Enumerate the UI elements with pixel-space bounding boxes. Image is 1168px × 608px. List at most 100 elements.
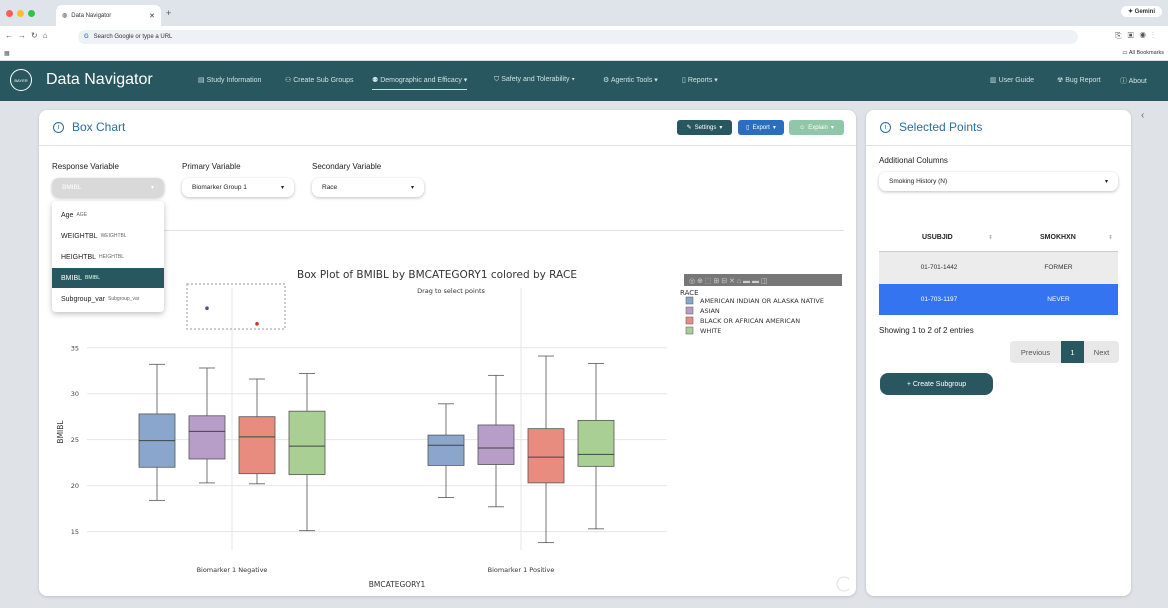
legend-swatch xyxy=(685,326,694,335)
file-export-icon: ▯ xyxy=(746,125,750,131)
export-button[interactable]: ▯ Export ▾ xyxy=(738,120,784,135)
y-tick-label: 20 xyxy=(71,482,79,490)
tab-title: Data Navigator xyxy=(71,12,112,19)
response-variable-select[interactable]: BMIBL ▾ xyxy=(52,178,164,197)
clipboard-icon: ▤ xyxy=(198,77,205,84)
info-icon: ⓘ xyxy=(1120,78,1127,85)
browser-tab-bar: ◍ Data Navigator ✕ + ✦ Gemini xyxy=(0,0,1168,26)
box-3-0 xyxy=(288,410,326,476)
info-icon[interactable]: i xyxy=(53,121,64,133)
create-subgroup-button[interactable]: + Create Subgroup xyxy=(880,373,993,395)
box-2-0 xyxy=(238,416,276,475)
maximize-window-icon[interactable] xyxy=(28,10,35,17)
browser-toolbar: ←→↻⌂ G Search Google or type a URL ⎘▣◉⋮ xyxy=(0,26,1168,47)
primary-variable-select[interactable]: Biomarker Group 1 ▾ xyxy=(182,178,294,197)
previous-page-button[interactable]: Previous xyxy=(1010,341,1061,363)
robot-icon: ☺ xyxy=(799,124,806,131)
additional-columns-select[interactable]: Smoking History (N) ▾ xyxy=(879,172,1118,191)
shield-icon: ⛉ xyxy=(494,76,500,83)
minimize-window-icon[interactable] xyxy=(17,10,24,17)
controls-divider xyxy=(52,230,844,231)
all-bookmarks-button[interactable]: ▭ All Bookmarks xyxy=(1122,50,1164,56)
nav-bug-report[interactable]: ☢ Bug Report xyxy=(1057,76,1101,84)
chart-subtitle: Drag to select points xyxy=(417,287,485,295)
apps-grid-icon[interactable]: ▦ xyxy=(4,50,10,57)
browser-tab[interactable]: ◍ Data Navigator ✕ xyxy=(56,5,161,26)
legend-entry: BLACK OR AFRICAN AMERICAN xyxy=(700,317,800,325)
nav-demographic-efficacy[interactable]: ⚉ Demographic and Efficacy ▾ xyxy=(372,76,468,90)
y-tick-label: 30 xyxy=(71,390,79,398)
app-name: Data Navigator xyxy=(46,71,153,88)
legend-entry: ASIAN xyxy=(700,307,720,315)
close-window-icon[interactable] xyxy=(6,10,13,17)
bayer-logo: BAYER xyxy=(10,69,32,91)
option-weightbl[interactable]: WEIGHTBL WEIGHTBL xyxy=(52,226,164,246)
additional-columns-label: Additional Columns xyxy=(879,156,948,165)
selected-points-title: i Selected Points xyxy=(880,120,982,134)
book-icon: ▥ xyxy=(990,77,997,84)
caret-down-icon: ▾ xyxy=(150,185,154,191)
sort-icon[interactable]: ⬍ xyxy=(988,234,993,241)
x-axis-label: BMCATEGORY1 xyxy=(369,580,426,589)
table-info: Showing 1 to 2 of 2 entries xyxy=(879,326,974,335)
omnibox[interactable]: G Search Google or type a URL xyxy=(78,30,1078,44)
table-cell: NEVER xyxy=(1047,296,1070,303)
wrench-icon: ✎ xyxy=(686,125,692,131)
option-bmibl[interactable]: BMIBL BMIBL xyxy=(52,268,164,288)
response-variable-dropdown: Age AGE WEIGHTBL WEIGHTBL HEIGHTBL HEIGHTBL… xyxy=(52,201,164,312)
caret-down-icon: ▾ xyxy=(410,185,414,191)
nav-user-guide[interactable]: ▥ User Guide xyxy=(990,76,1034,84)
nav-reports[interactable]: ▯ Reports ▾ xyxy=(682,76,718,84)
globe-icon: ◍ xyxy=(62,13,68,19)
caret-down-icon: ▾ xyxy=(280,185,284,191)
secondary-variable-label: Secondary Variable xyxy=(312,162,382,171)
legend-swatch xyxy=(685,306,694,315)
users-icon: ⚇ xyxy=(285,77,292,84)
settings-button[interactable]: ✎ Settings ▾ xyxy=(677,120,732,135)
page-1-button[interactable]: 1 xyxy=(1061,341,1084,363)
legend-entry: AMERICAN INDIAN OR ALASKA NATIVE xyxy=(700,297,824,305)
nav-study-information[interactable]: ▤ Study Information xyxy=(198,76,261,84)
google-icon: G xyxy=(84,34,89,40)
people-icon: ⚉ xyxy=(372,77,379,84)
card-header-divider xyxy=(866,145,1131,146)
nav-safety-tolerability[interactable]: ⛉ Safety and Tolerability ▾ xyxy=(494,76,575,84)
option-subgroup-var[interactable]: Subgroup_var Subgroup_var xyxy=(52,289,164,309)
browser-extension-icons[interactable]: ⎘▣◉⋮ xyxy=(1115,31,1160,41)
nav-about[interactable]: ⓘ About xyxy=(1120,76,1147,86)
sort-icon[interactable]: ⬍ xyxy=(1108,234,1113,241)
option-age[interactable]: Age AGE xyxy=(52,205,164,225)
explain-button[interactable]: ☺ Explain ▾ xyxy=(789,120,844,135)
close-tab-icon[interactable]: ✕ xyxy=(149,12,155,20)
box-1-1 xyxy=(477,424,515,465)
table-cell: FORMER xyxy=(1044,264,1073,271)
box-chart-title: i Box Chart xyxy=(53,120,125,134)
secondary-variable-select[interactable]: Race ▾ xyxy=(312,178,424,197)
table-cell: 01-701-1442 xyxy=(920,264,958,271)
app-navbar: BAYER Data Navigator ▤ Study Information… xyxy=(0,61,1168,101)
column-header-usubjid[interactable]: USUBJID xyxy=(922,234,953,241)
legend-title: RACE xyxy=(680,289,699,297)
bug-icon: ☢ xyxy=(1057,77,1064,84)
x-tick-label: Biomarker 1 Negative xyxy=(197,566,268,574)
box-3-1 xyxy=(577,419,615,467)
folder-icon: ▭ xyxy=(1122,50,1128,56)
bookmarks-bar: ▦ ▭ All Bookmarks xyxy=(0,47,1168,61)
option-heightbl[interactable]: HEIGHTBL HEIGHTBL xyxy=(52,247,164,267)
browser-nav-icons[interactable]: ←→↻⌂ xyxy=(5,31,53,40)
nav-create-sub-groups[interactable]: ⚇ Create Sub Groups xyxy=(285,76,354,84)
next-page-button[interactable]: Next xyxy=(1084,341,1119,363)
info-icon[interactable]: i xyxy=(880,121,891,133)
legend-entry: WHITE xyxy=(700,327,721,335)
new-tab-icon[interactable]: + xyxy=(166,8,171,18)
expand-icon[interactable] xyxy=(836,576,849,592)
selected-point xyxy=(205,306,209,311)
modebar-icons[interactable]: ◎ ⊕ ⬚ ⊞ ⊟ ✕ ⌂ ▬ ▬ ◫ xyxy=(689,278,768,285)
nav-agentic-tools[interactable]: ⚙ Agentic Tools ▾ xyxy=(603,76,658,84)
column-header-smokhxn[interactable]: SMOKHXN xyxy=(1040,234,1076,241)
y-tick-label: 25 xyxy=(71,436,79,444)
primary-variable-label: Primary Variable xyxy=(182,162,241,171)
collapse-chevron-icon[interactable]: ‹ xyxy=(1141,110,1144,121)
selection-rectangle xyxy=(186,283,286,330)
gemini-button[interactable]: ✦ Gemini xyxy=(1120,6,1162,17)
